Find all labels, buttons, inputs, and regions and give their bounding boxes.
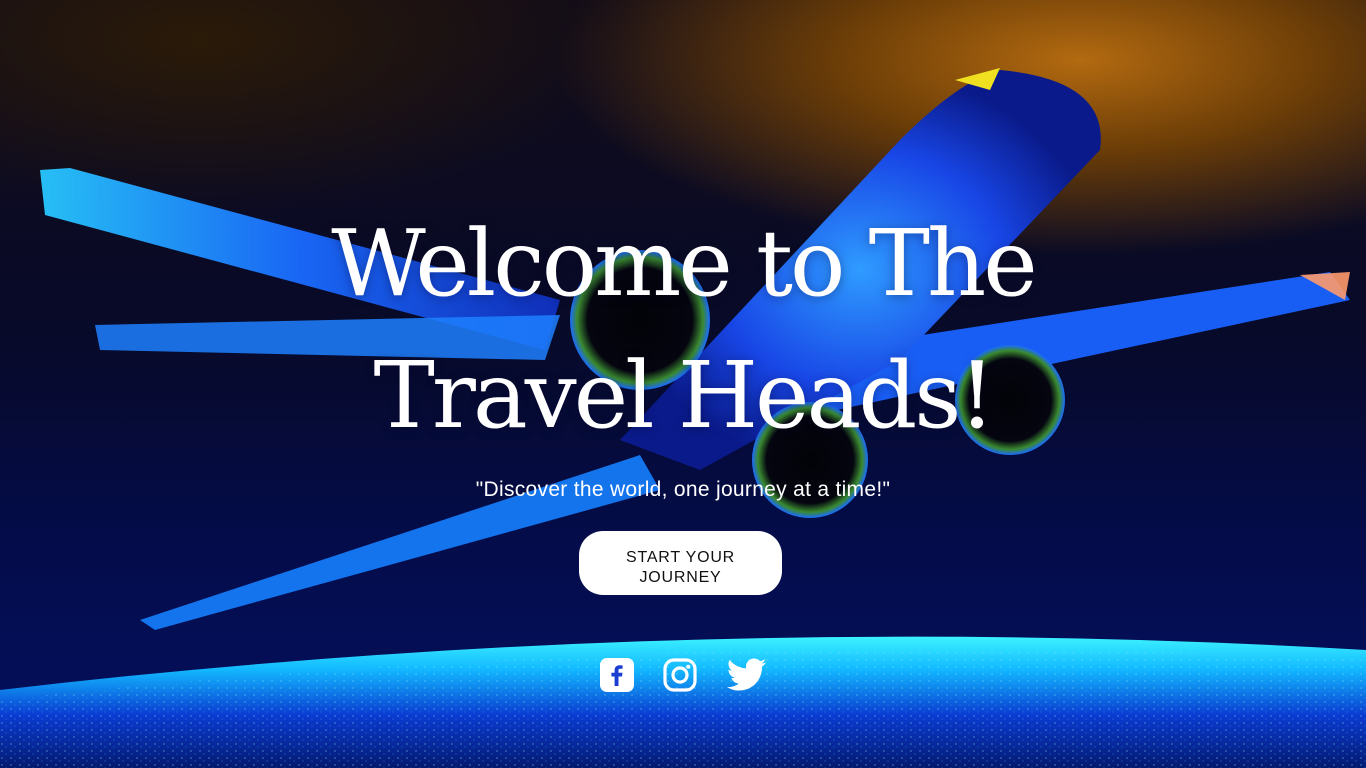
facebook-link[interactable]	[599, 657, 635, 693]
instagram-link[interactable]	[662, 657, 698, 693]
hero-tagline: "Discover the world, one journey at a ti…	[475, 478, 891, 501]
hero-section: Welcome to The Travel Heads! "Discover t…	[0, 0, 1366, 768]
headline-line-2: Travel Heads!	[373, 342, 996, 449]
hero-content: Welcome to The Travel Heads! "Discover t…	[0, 0, 1366, 768]
twitter-icon	[727, 658, 767, 691]
twitter-link[interactable]	[727, 657, 767, 693]
hero-headline: Welcome to The Travel Heads!	[0, 198, 1366, 462]
headline-line-1: Welcome to The	[331, 210, 1037, 317]
start-journey-button[interactable]: START YOUR JOURNEY	[579, 531, 782, 595]
facebook-icon	[600, 658, 634, 692]
instagram-icon	[663, 658, 697, 692]
